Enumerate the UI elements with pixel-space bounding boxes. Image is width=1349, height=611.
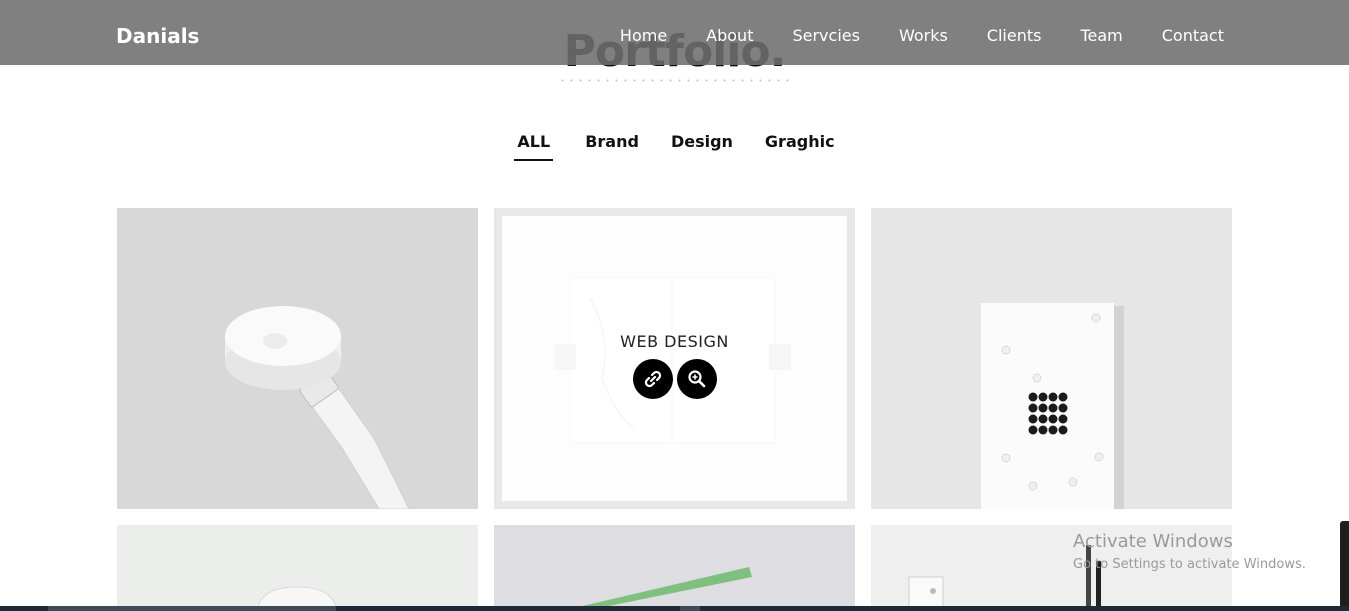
portfolio-item-charger[interactable]	[117, 208, 478, 509]
page: Portfolio. Danials Home About Servcies W…	[0, 0, 1349, 611]
portfolio-item-ruler[interactable]	[494, 525, 855, 611]
taskbar-segment	[680, 606, 700, 611]
zoom-button[interactable]	[676, 359, 717, 399]
windows-activation-watermark: Activate Windows Go to Settings to activ…	[1073, 531, 1306, 572]
item-title: WEB DESIGN	[620, 332, 729, 351]
ruler-image	[561, 567, 752, 611]
nav-menu: Home About Servcies Works Clients Team C…	[620, 26, 1224, 45]
nav-clients[interactable]: Clients	[987, 26, 1042, 45]
nav-services[interactable]: Servcies	[792, 26, 859, 45]
filter-graphic[interactable]: Graghic	[765, 132, 835, 161]
taskbar	[0, 606, 1349, 611]
portfolio-filters: ALL Brand Design Graghic	[0, 132, 1349, 161]
item-hover-overlay: WEB DESIGN	[502, 216, 847, 501]
charger-image	[225, 306, 410, 509]
portfolio-item-glass[interactable]	[117, 525, 478, 611]
link-button[interactable]	[632, 359, 673, 399]
filter-all[interactable]: ALL	[514, 132, 554, 161]
taskbar-segment	[48, 606, 336, 611]
nav-about[interactable]: About	[706, 26, 753, 45]
link-icon	[644, 370, 661, 388]
dot-board-image	[981, 303, 1124, 509]
zoom-in-icon	[687, 370, 705, 388]
filter-design[interactable]: Design	[671, 132, 733, 161]
nav-team[interactable]: Team	[1080, 26, 1122, 45]
nav-home[interactable]: Home	[620, 26, 667, 45]
side-widget[interactable]	[1340, 521, 1349, 611]
brand-logo[interactable]: Danials	[116, 24, 199, 48]
nav-contact[interactable]: Contact	[1162, 26, 1224, 45]
filter-brand[interactable]: Brand	[585, 132, 639, 161]
navbar: Danials Home About Servcies Works Client…	[0, 0, 1349, 65]
glass-image	[256, 586, 338, 611]
portfolio-item-web-design[interactable]: WEB DESIGN	[494, 208, 855, 509]
nav-works[interactable]: Works	[899, 26, 948, 45]
portfolio-item-dot-board[interactable]	[871, 208, 1232, 509]
title-dots-decoration	[557, 76, 792, 86]
